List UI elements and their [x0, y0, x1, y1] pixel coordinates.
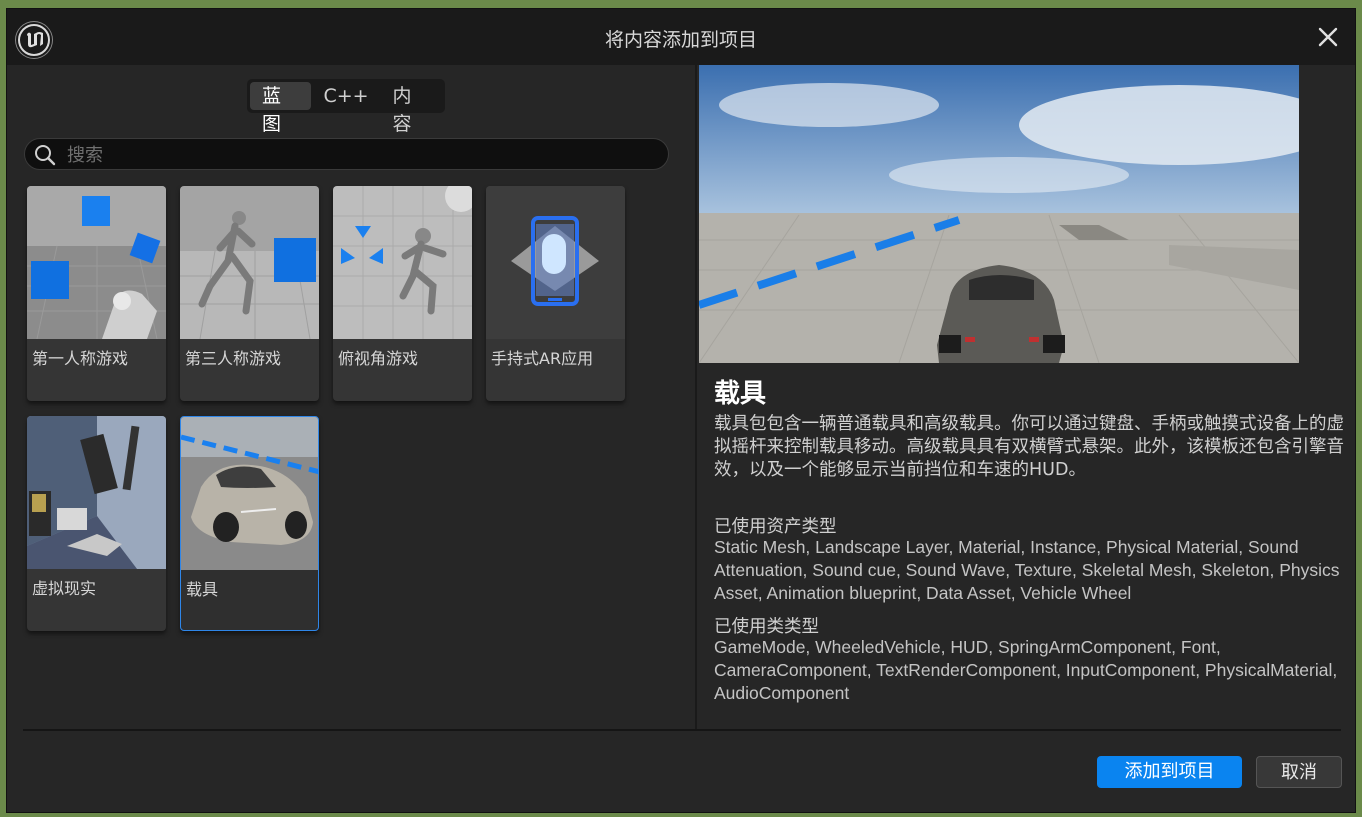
category-tabs: 蓝图 C++ 内容 — [247, 79, 445, 135]
classes-list: GameMode, WheeledVehicle, HUD, SpringArm… — [714, 637, 1338, 703]
classes-heading: 已使用类类型 — [714, 617, 819, 637]
third-person-thumbnail — [180, 186, 319, 339]
template-label: 手持式AR应用 — [491, 349, 594, 368]
template-card-first-person[interactable]: 第一人称游戏 — [27, 186, 166, 401]
template-label: 第三人称游戏 — [185, 349, 282, 368]
template-card-vehicle[interactable]: 载具 — [180, 416, 319, 631]
close-icon[interactable] — [1317, 26, 1339, 48]
top-down-thumbnail — [333, 186, 472, 339]
search-input[interactable] — [65, 142, 659, 168]
template-card-handheld-ar[interactable]: 手持式AR应用 — [486, 186, 625, 401]
assets-heading: 已使用资产类型 — [714, 517, 837, 537]
vertical-divider — [695, 65, 697, 729]
search-icon — [33, 143, 57, 171]
virtual-reality-thumbnail — [27, 416, 166, 569]
dialog-title: 将内容添加到项目 — [604, 29, 757, 51]
title-bar[interactable]: 将内容添加到项目 — [7, 9, 1355, 65]
cancel-button[interactable]: 取消 — [1256, 756, 1342, 788]
tab-content[interactable]: 内容 — [381, 82, 442, 135]
handheld-ar-thumbnail — [486, 186, 625, 339]
template-card-third-person[interactable]: 第三人称游戏 — [180, 186, 319, 401]
template-card-virtual-reality[interactable]: 虚拟现实 — [27, 416, 166, 631]
template-preview-image — [699, 65, 1299, 363]
vehicle-thumbnail — [181, 417, 318, 570]
template-title: 载具 — [714, 379, 767, 409]
template-label: 俯视角游戏 — [338, 349, 419, 368]
template-label: 第一人称游戏 — [32, 349, 129, 368]
template-description: 载具包包含一辆普通载具和高级载具。你可以通过键盘、手柄或触摸式设备上的虚拟摇杆来… — [714, 414, 1344, 480]
search-box[interactable] — [24, 138, 669, 170]
assets-list: Static Mesh, Landscape Layer, Material, … — [714, 537, 1340, 603]
first-person-thumbnail — [27, 186, 166, 339]
tab-blueprint[interactable]: 蓝图 — [250, 82, 312, 135]
template-label: 虚拟现实 — [32, 579, 97, 598]
template-label: 载具 — [186, 580, 219, 599]
add-to-project-button[interactable]: 添加到项目 — [1097, 756, 1242, 788]
template-card-top-down[interactable]: 俯视角游戏 — [333, 186, 472, 401]
horizontal-divider — [23, 729, 1341, 731]
tab-cpp[interactable]: C++ — [311, 82, 380, 110]
add-content-dialog: 将内容添加到项目 蓝图 C++ 内容 搜索 第一人称游戏 第三人称游戏 俯视角游… — [6, 8, 1356, 813]
